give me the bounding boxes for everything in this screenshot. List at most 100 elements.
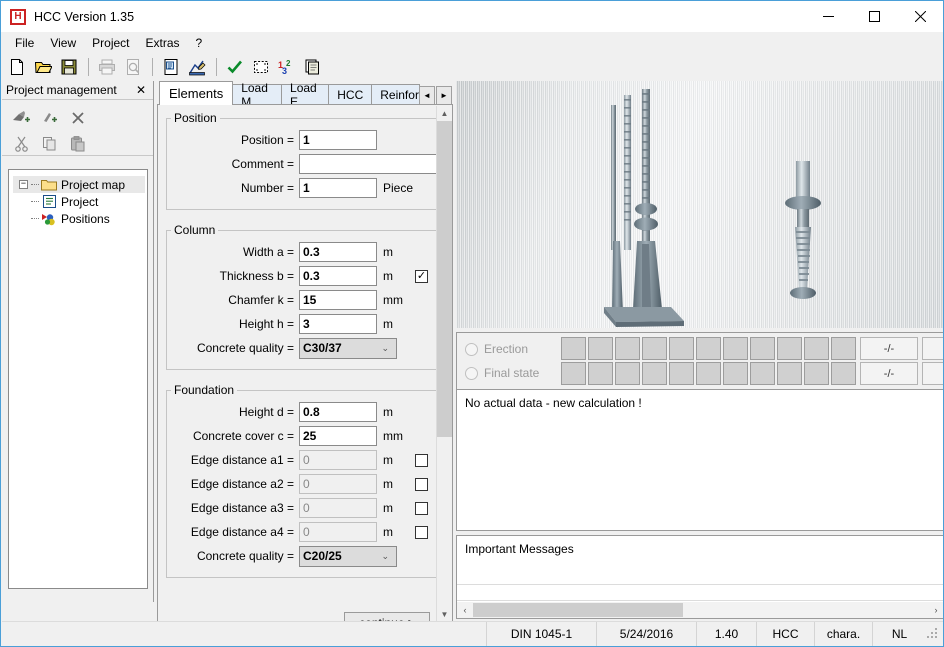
edge-distance-a3-input[interactable] [299, 498, 377, 518]
state-cell[interactable] [777, 337, 802, 360]
foundation-concrete-quality-select[interactable]: C20/25 ⌄ [299, 545, 397, 567]
scrollbar-thumb[interactable] [437, 121, 452, 437]
minimize-button[interactable] [805, 1, 851, 32]
menu-help[interactable]: ? [188, 34, 211, 52]
comment-label: Comment = [231, 157, 294, 171]
state-cell[interactable] [642, 362, 667, 385]
tree-node-project-map[interactable]: − Project map [13, 176, 145, 193]
tree-node-project[interactable]: Project [13, 193, 145, 210]
tab-hcc[interactable]: HCC [328, 84, 373, 105]
report-icon[interactable] [159, 55, 183, 79]
tree-expander-icon[interactable]: − [19, 180, 28, 189]
state-cell[interactable] [561, 337, 586, 360]
panel-toolbar [2, 100, 153, 156]
state-cell[interactable] [831, 337, 856, 360]
add-position-icon[interactable] [8, 106, 36, 130]
print-icon[interactable] [95, 55, 119, 79]
edge-distance-a4-checkbox[interactable] [415, 525, 428, 539]
radio-erection-icon[interactable] [465, 342, 478, 356]
column-concrete-quality-select[interactable]: C30/37 ⌄ [299, 337, 397, 359]
state-cell[interactable] [588, 337, 613, 360]
copy-pages-icon[interactable] [301, 55, 325, 79]
delete-icon[interactable] [64, 106, 92, 130]
state-cell[interactable] [831, 362, 856, 385]
menu-file[interactable]: File [7, 34, 42, 52]
positions-icon [41, 212, 57, 226]
paste-icon[interactable] [64, 132, 92, 156]
check-calculate-icon[interactable] [223, 55, 247, 79]
column-concrete-quality-value: C30/37 [303, 341, 342, 355]
state-cell[interactable] [750, 362, 775, 385]
state-cell[interactable] [723, 362, 748, 385]
resize-grip-icon[interactable] [926, 626, 940, 641]
thickness-b-checkbox[interactable]: ✓ [415, 269, 428, 283]
tree-connector [31, 184, 39, 185]
concrete-cover-c-input[interactable] [299, 426, 377, 446]
close-button[interactable] [897, 1, 943, 32]
tree-node-positions[interactable]: Positions [13, 210, 145, 227]
state-cell[interactable] [669, 362, 694, 385]
tab-load-m[interactable]: Load M [232, 81, 283, 109]
save-disk-icon[interactable] [57, 55, 81, 79]
close-panel-icon[interactable]: ✕ [133, 83, 149, 97]
state-cell[interactable] [804, 362, 829, 385]
chamfer-k-input[interactable] [299, 290, 377, 310]
edge-distance-a2-checkbox[interactable] [415, 477, 428, 491]
menu-extras[interactable]: Extras [138, 34, 188, 52]
scroll-down-arrow-icon[interactable]: ▼ [437, 607, 452, 621]
hscrollbar-thumb[interactable] [473, 603, 683, 617]
numbering-icon[interactable]: 123 [275, 55, 299, 79]
form-vertical-scrollbar[interactable]: ▲ ▼ [436, 106, 452, 621]
chart-edit-icon[interactable] [185, 55, 209, 79]
new-document-icon[interactable] [5, 55, 29, 79]
number-input[interactable] [299, 178, 377, 198]
scroll-right-arrow-icon[interactable]: › [928, 602, 943, 618]
state-cell[interactable] [723, 337, 748, 360]
add-item-icon[interactable] [36, 106, 64, 130]
messages-horizontal-scrollbar[interactable]: ‹ › [457, 602, 943, 618]
state-cell[interactable] [804, 337, 829, 360]
tab-elements[interactable]: Elements [159, 81, 234, 105]
tab-scroll-left-button[interactable]: ◄ [419, 86, 435, 105]
open-folder-icon[interactable] [31, 55, 55, 79]
position-input[interactable] [299, 130, 377, 150]
project-tree[interactable]: − Project map Project Positions [8, 169, 148, 589]
print-preview-icon[interactable] [121, 55, 145, 79]
state-cell[interactable] [669, 337, 694, 360]
edge-distance-a1-input[interactable] [299, 450, 377, 470]
menu-view[interactable]: View [42, 34, 84, 52]
menu-project[interactable]: Project [84, 34, 137, 52]
chevron-down-icon[interactable]: ⌄ [381, 343, 393, 354]
tab-load-e[interactable]: Load E [281, 81, 330, 109]
cut-icon[interactable] [8, 132, 36, 156]
height-h-input[interactable] [299, 314, 377, 334]
state-cell[interactable] [777, 362, 802, 385]
chevron-down-icon[interactable]: ⌄ [381, 551, 393, 562]
state-cell[interactable] [561, 362, 586, 385]
edge-distance-a2-input[interactable] [299, 474, 377, 494]
height-d-input[interactable] [299, 402, 377, 422]
tab-scroll-right-button[interactable]: ► [436, 86, 452, 105]
scroll-up-arrow-icon[interactable]: ▲ [437, 106, 452, 121]
thickness-b-input[interactable] [299, 266, 377, 286]
maximize-button[interactable] [851, 1, 897, 32]
edge-distance-a3-checkbox[interactable] [415, 501, 428, 515]
copy-icon[interactable] [36, 132, 64, 156]
radio-final-state[interactable]: Final state [465, 361, 561, 385]
edge-distance-a1-checkbox[interactable] [415, 453, 428, 467]
state-cell[interactable] [588, 362, 613, 385]
state-cell[interactable] [615, 337, 640, 360]
width-a-input[interactable] [299, 242, 377, 262]
state-cell[interactable] [696, 362, 721, 385]
scroll-left-arrow-icon[interactable]: ‹ [457, 602, 473, 618]
radio-erection[interactable]: Erection [465, 337, 561, 361]
state-cell[interactable] [642, 337, 667, 360]
state-cell[interactable] [615, 362, 640, 385]
comment-input[interactable] [299, 154, 437, 174]
select-area-icon[interactable] [249, 55, 273, 79]
state-cell[interactable] [750, 337, 775, 360]
state-cell[interactable] [696, 337, 721, 360]
edge-distance-a4-input[interactable] [299, 522, 377, 542]
tab-reinforcement[interactable]: Reinfor [371, 84, 420, 105]
radio-final-state-icon[interactable] [465, 366, 478, 380]
